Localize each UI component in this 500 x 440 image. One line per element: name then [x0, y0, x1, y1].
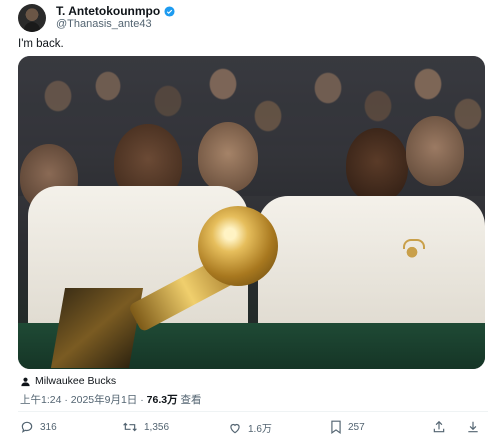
- view-count-label: 查看: [177, 394, 202, 406]
- share-button[interactable]: [432, 420, 452, 434]
- avatar[interactable]: [18, 4, 46, 32]
- tagged-account-name[interactable]: Milwaukee Bucks: [35, 375, 116, 387]
- bookmark-icon: [331, 420, 341, 434]
- background-person-center: [198, 122, 258, 192]
- bookmark-count: 257: [348, 421, 365, 433]
- tweet-text: I'm back.: [18, 38, 64, 50]
- author-name-row[interactable]: T. Antetokounmpo: [56, 4, 175, 18]
- person-tag-icon: [21, 377, 30, 386]
- reply-count: 316: [40, 421, 57, 433]
- verified-badge-icon: [164, 5, 175, 17]
- tweet-time[interactable]: 上午1:24 · 2025年9月1日 ·: [20, 394, 147, 406]
- player-right-head: [346, 128, 408, 202]
- action-bar: 316 1,356 1.6万 257: [20, 420, 486, 436]
- download-icon: [468, 421, 478, 433]
- bucks-logo-icon: [401, 239, 425, 261]
- trophy-ball: [198, 206, 278, 286]
- trophy-base: [50, 288, 144, 368]
- tweet-photo[interactable]: [18, 56, 485, 369]
- retweet-count: 1,356: [144, 421, 170, 433]
- download-button[interactable]: [466, 420, 486, 434]
- share-icon: [433, 420, 445, 433]
- bookmark-button[interactable]: 257: [330, 420, 365, 434]
- retweet-button[interactable]: 1,356: [122, 420, 169, 434]
- tweet-header: T. Antetokounmpo @Thanasis_ante43: [18, 4, 488, 34]
- like-icon: [230, 423, 240, 433]
- divider: [18, 411, 488, 412]
- reply-icon: [21, 421, 33, 433]
- view-count: 76.3万: [146, 394, 178, 406]
- author-handle[interactable]: @Thanasis_ante43: [56, 18, 152, 30]
- reply-button[interactable]: 316: [20, 420, 57, 434]
- like-button[interactable]: 1.6万: [228, 420, 272, 435]
- retweet-icon: [123, 422, 137, 432]
- author-name[interactable]: T. Antetokounmpo: [56, 4, 160, 18]
- like-count: 1.6万: [248, 424, 272, 435]
- background-person-right: [406, 116, 464, 186]
- tweet-timestamp: 上午1:24 · 2025年9月1日 · 76.3万 查看: [20, 392, 202, 407]
- tagged-account[interactable]: Milwaukee Bucks: [20, 375, 116, 387]
